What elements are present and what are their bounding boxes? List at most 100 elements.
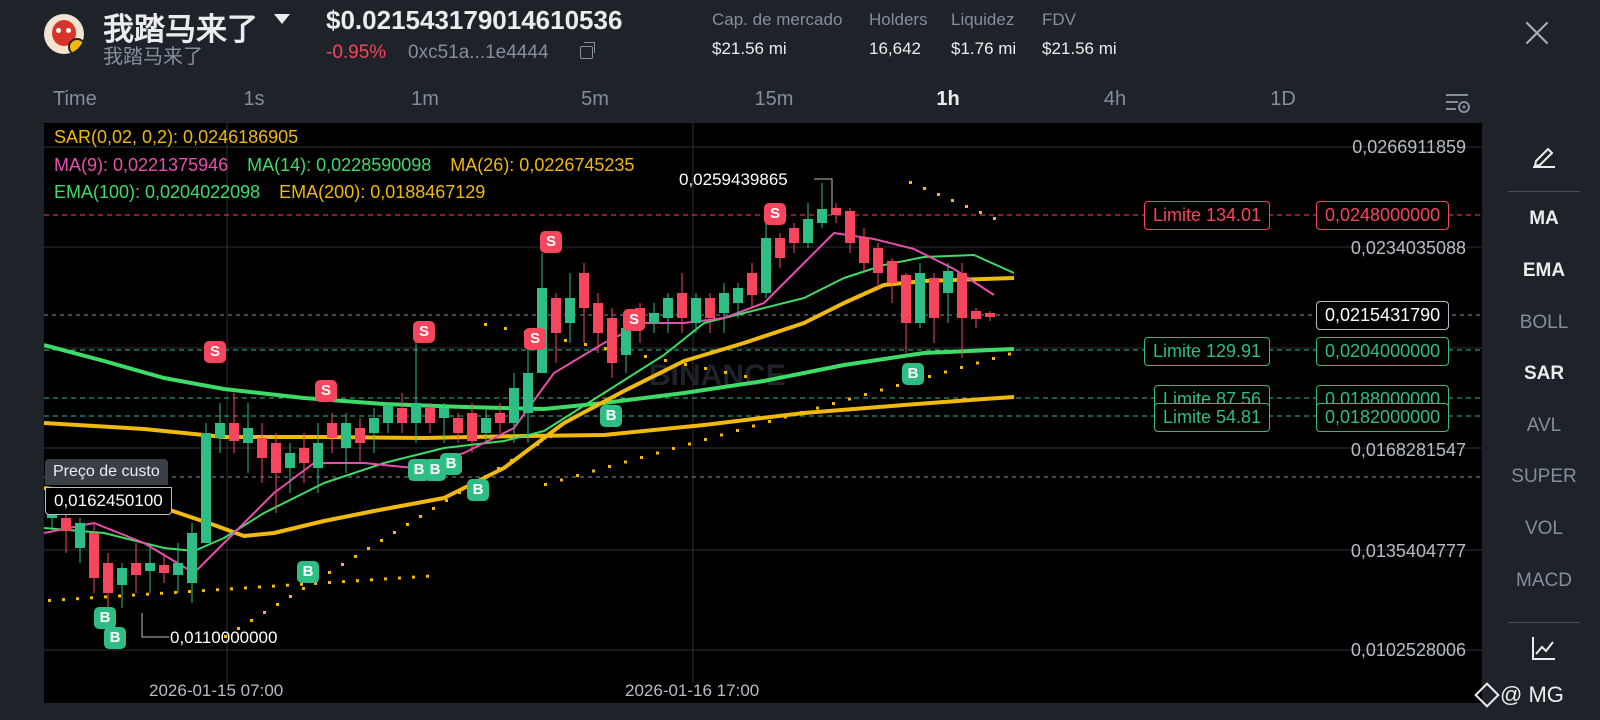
sar-dot (445, 499, 448, 502)
limit-order-label[interactable]: Limite 129.91 (1144, 337, 1271, 366)
interval-tabs: Time 1s 1m 5m 15m 1h 4h 1D (44, 88, 1482, 118)
tab-5m[interactable]: 5m (581, 88, 609, 111)
sar-dot (592, 469, 595, 473)
sar-dot (406, 523, 409, 526)
sidebar-item-ema[interactable]: EMA (1488, 260, 1600, 282)
stat-label: FDV (1042, 10, 1076, 29)
sar-dot (398, 576, 401, 580)
sar-dot (800, 411, 803, 414)
candle-body (369, 418, 379, 433)
sar-dot (484, 323, 487, 326)
sar-dot (370, 578, 373, 582)
candle-body (271, 443, 281, 473)
sar-dot (132, 593, 135, 597)
limit-order-price: 0,0182000000 (1316, 403, 1450, 432)
candle-body (719, 293, 729, 313)
caret-down-icon[interactable] (274, 14, 290, 24)
sidebar-item-avl[interactable]: AVL (1488, 415, 1600, 437)
candle-body (257, 438, 267, 458)
tab-1h[interactable]: 1h (936, 88, 959, 111)
buy-marker: B (104, 627, 126, 649)
sidebar-item-super[interactable]: SUPER (1488, 466, 1600, 488)
sar-dot (341, 563, 344, 566)
sar-dot (76, 597, 79, 601)
sidebar-item-boll[interactable]: BOLL (1488, 312, 1600, 334)
sell-marker: S (413, 321, 435, 343)
current-price-tag: 0,0215431790 (1316, 301, 1450, 330)
sar-dot (549, 435, 552, 438)
candle-body (775, 238, 785, 258)
sar-dot (202, 589, 205, 593)
candle-body (341, 423, 351, 448)
candle-body (915, 273, 925, 323)
candle-body (243, 428, 253, 443)
sidebar-item-vol[interactable]: VOL (1488, 518, 1600, 540)
limit-order-label[interactable]: Limite 134.01 (1144, 201, 1271, 230)
legend-ma26: MA(26): 0,0226745235 (450, 155, 635, 175)
sar-dot (118, 594, 121, 598)
sar-dot (510, 459, 513, 462)
buy-marker: B (902, 363, 924, 385)
sell-marker: S (764, 203, 786, 225)
pencil-icon[interactable] (1531, 142, 1557, 168)
sar-dot (90, 596, 93, 600)
tab-time[interactable]: Time (53, 88, 97, 111)
token-header: 我踏马来了 我踏马来了 $0.021543179014610536 -0.95%… (0, 0, 1600, 85)
sar-dot (752, 424, 755, 428)
sar-dot (951, 199, 954, 202)
candle-body (131, 563, 141, 575)
price-scale-label: 0,0168281547 (1350, 440, 1466, 460)
sar-dot (174, 590, 177, 594)
stat-value: 16,642 (869, 39, 921, 58)
limit-order-price: 0,0248000000 (1316, 201, 1450, 230)
sar-dot (342, 580, 345, 584)
stat-holders: Holders 16,642 (869, 10, 928, 59)
sar-dot (960, 366, 963, 369)
candle-body (663, 298, 673, 318)
legend-ma9: MA(9): 0,0221375946 (54, 155, 229, 175)
sar-dot (993, 217, 996, 220)
sar-dot (1008, 352, 1011, 356)
stat-label: Liquidez (951, 10, 1015, 29)
chart-line-icon[interactable] (1531, 635, 1557, 661)
price-scale-label: 0,0234035088 (1350, 238, 1466, 258)
sar-dot (564, 339, 567, 342)
candle-body (383, 405, 393, 423)
legend-ema100: EMA(100): 0,0204022098 (54, 182, 261, 202)
chart-settings-icon[interactable] (1444, 90, 1470, 116)
price-scale-label: 0,0266911859 (1352, 137, 1466, 157)
candle-body (425, 408, 435, 423)
candle-body (187, 533, 197, 583)
tab-1s[interactable]: 1s (243, 88, 264, 111)
candle-body (467, 413, 477, 441)
cost-price-value: 0,0162450100 (45, 487, 172, 515)
sidebar-item-macd[interactable]: MACD (1488, 570, 1600, 592)
sar-dot (426, 574, 429, 578)
sar-dot (976, 361, 979, 365)
sar-dot (536, 443, 539, 446)
candle-body (621, 328, 631, 355)
footer-watermark: @ MG (1500, 682, 1564, 707)
tab-15m[interactable]: 15m (755, 88, 794, 111)
candlestick-chart[interactable]: BINANCE SAR(0,02, 0,2): 0,0246186905 MA(… (44, 123, 1482, 703)
sidebar-item-ma[interactable]: MA (1488, 208, 1600, 230)
candle-body (859, 238, 869, 263)
token-price: $0.021543179014610536 (326, 5, 623, 35)
candle-body (103, 563, 113, 593)
indicator-legend-ema: EMA(100): 0,0204022098 EMA(200): 0,01884… (54, 182, 499, 203)
sar-dot (250, 619, 253, 622)
low-leader (141, 613, 169, 638)
copy-icon[interactable] (580, 42, 595, 59)
limit-order-label[interactable]: Limite 54.81 (1154, 403, 1271, 432)
close-icon[interactable] (1522, 18, 1552, 48)
sidebar-item-sar[interactable]: SAR (1488, 363, 1600, 385)
stat-value: $21.56 mi (1042, 39, 1117, 58)
sar-dot (909, 181, 912, 184)
tab-1m[interactable]: 1m (411, 88, 439, 111)
tab-4h[interactable]: 4h (1104, 88, 1126, 111)
candle-body (845, 211, 855, 243)
legend-ema200: EMA(200): 0,0188467129 (279, 182, 486, 202)
sar-dot (576, 474, 579, 477)
tab-1d[interactable]: 1D (1270, 88, 1296, 111)
sar-dot (704, 367, 707, 370)
